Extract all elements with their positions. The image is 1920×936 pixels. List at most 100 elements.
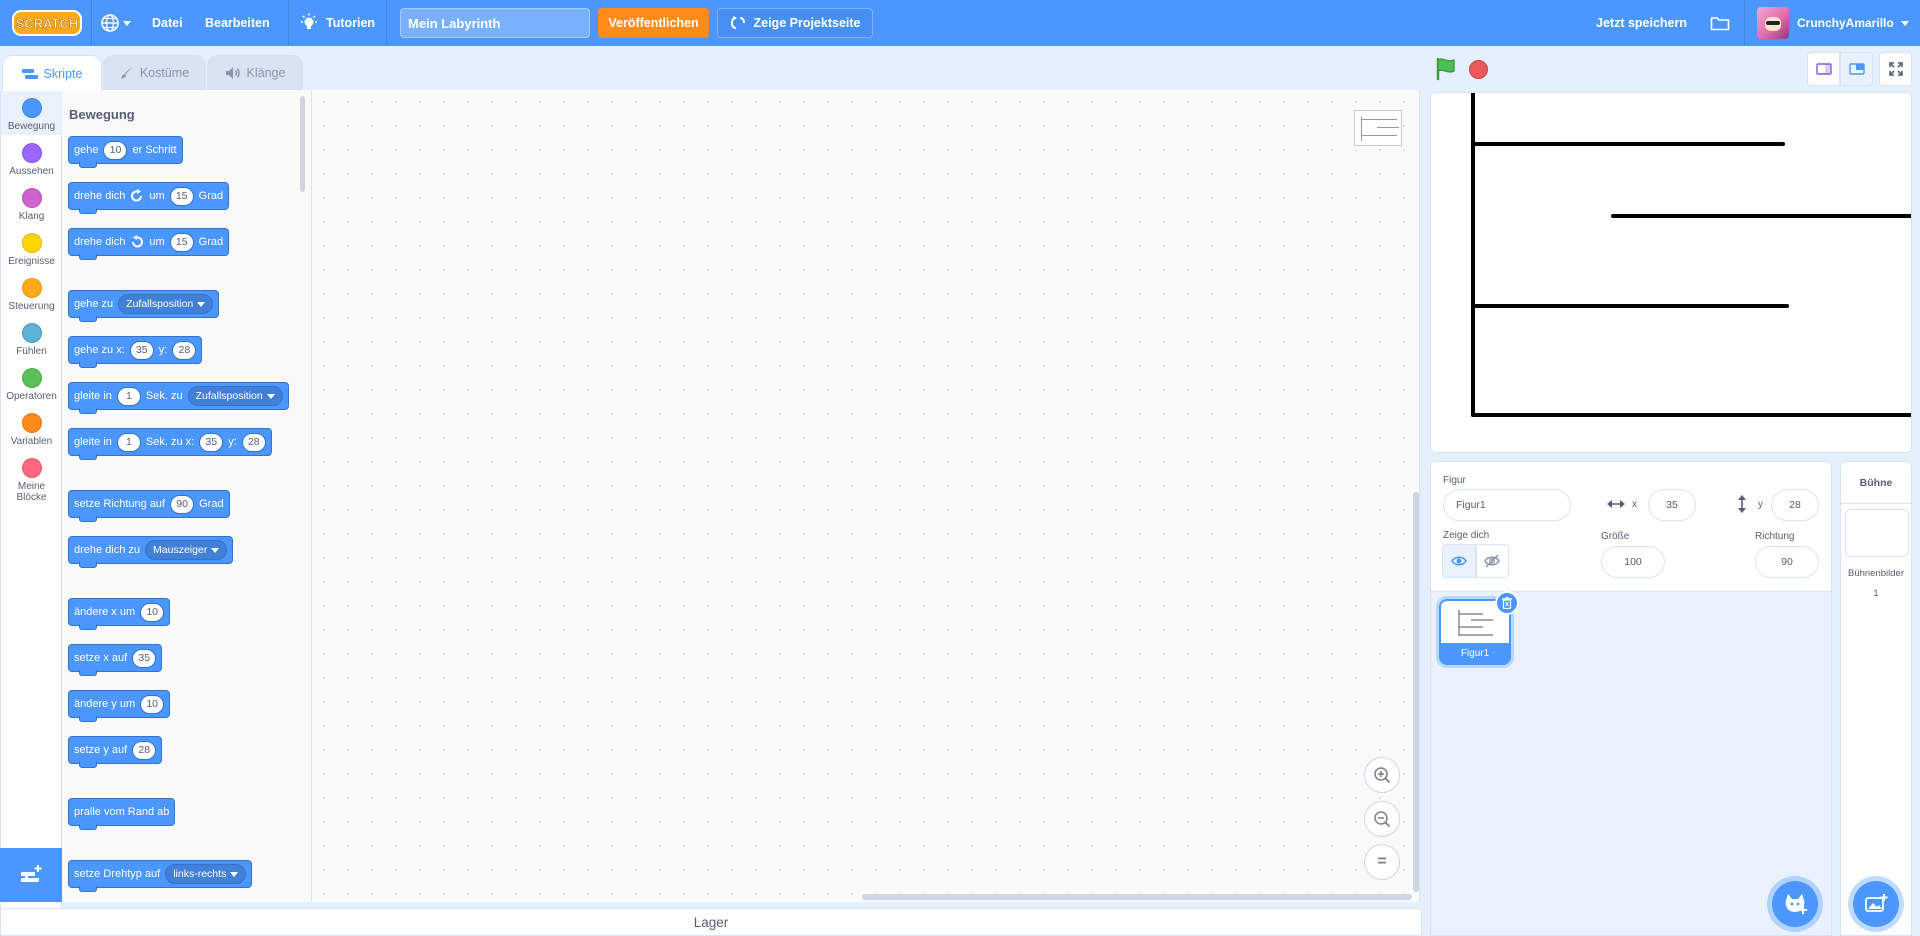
block-dropdown[interactable]: links-rechts xyxy=(165,864,247,884)
save-now-button[interactable]: Jetzt speichern xyxy=(1596,0,1687,46)
zoom-in-button[interactable] xyxy=(1364,757,1400,793)
delete-sprite-button[interactable] xyxy=(1495,591,1519,615)
zoom-out-button[interactable] xyxy=(1364,801,1400,837)
block-set-rotation-style[interactable]: setze Drehtyp auf links-rechts xyxy=(68,860,253,892)
category-dot xyxy=(21,458,42,478)
publish-button[interactable]: Veröffentlichen xyxy=(598,8,709,38)
block-input[interactable]: 15 xyxy=(169,186,194,206)
backpack-header[interactable]: Lager xyxy=(0,908,1422,936)
block-text: setze y auf xyxy=(74,744,128,756)
size-field[interactable]: 100 xyxy=(1601,546,1665,578)
block-glide-to[interactable]: gleite in 1 Sek. zu Zufallsposition xyxy=(68,382,289,414)
block-go-to[interactable]: gehe zu Zufallsposition xyxy=(68,290,220,322)
y-position-field[interactable]: 28 xyxy=(1771,489,1819,521)
direction-field[interactable]: 90 xyxy=(1755,546,1819,578)
username[interactable]: CrunchyAmarillo xyxy=(1797,0,1894,46)
block-text: gehe xyxy=(74,144,99,156)
category-motion[interactable]: Bewegung xyxy=(1,90,62,135)
block-input[interactable]: 1 xyxy=(116,432,141,452)
green-flag-button[interactable] xyxy=(1434,57,1458,84)
hide-sprite-button[interactable] xyxy=(1475,544,1509,578)
x-position-field[interactable]: 35 xyxy=(1648,489,1696,521)
block-input[interactable]: 1 xyxy=(116,386,141,406)
block-input[interactable]: 35 xyxy=(129,340,154,360)
category-looks[interactable]: Aussehen xyxy=(1,143,62,177)
block-input[interactable]: 90 xyxy=(170,494,195,514)
block-input[interactable]: 28 xyxy=(132,740,157,760)
category-sensing[interactable]: Fühlen xyxy=(1,323,62,357)
speaker-icon xyxy=(225,67,240,79)
block-change-x[interactable]: ändere x um 10 xyxy=(68,598,171,630)
workspace-vertical-scrollbar[interactable] xyxy=(1413,492,1419,892)
category-sound[interactable]: Klang xyxy=(1,188,62,222)
stage-thumbnail[interactable] xyxy=(1845,509,1909,557)
user-avatar[interactable] xyxy=(1757,7,1789,39)
block-input[interactable]: 10 xyxy=(140,602,165,622)
large-stage-button[interactable] xyxy=(1840,52,1873,86)
add-sprite-button[interactable] xyxy=(1772,881,1818,927)
block-dropdown[interactable]: Zufallsposition xyxy=(187,386,283,406)
logo-text: SCRATCH xyxy=(16,16,79,31)
tutorials-button[interactable]: Tutorien xyxy=(300,0,375,46)
block-input[interactable]: 35 xyxy=(132,648,157,668)
project-title-input[interactable]: Mein Labyrinth xyxy=(400,8,590,38)
block-text: gleite in xyxy=(74,390,112,402)
category-control[interactable]: Steuerung xyxy=(1,278,62,312)
block-input[interactable]: 15 xyxy=(169,232,194,252)
tab-code[interactable]: Skripte xyxy=(2,55,102,91)
block-turn-right[interactable]: drehe dich um 15 Grad xyxy=(68,182,230,214)
account-menu-caret[interactable] xyxy=(1901,0,1909,46)
zoom-reset-button[interactable]: = xyxy=(1364,844,1400,880)
show-label: Zeige dich xyxy=(1443,530,1490,541)
fullscreen-button[interactable] xyxy=(1879,52,1912,86)
edit-menu[interactable]: Bearbeiten xyxy=(205,0,270,46)
block-input[interactable]: 28 xyxy=(241,432,266,452)
tab-costumes[interactable]: Kostüme xyxy=(103,55,206,90)
workspace-horizontal-scrollbar[interactable] xyxy=(862,894,1412,900)
add-extension-button[interactable] xyxy=(0,848,62,902)
block-set-y[interactable]: setze y auf 28 xyxy=(68,736,163,768)
file-menu[interactable]: Datei xyxy=(152,0,183,46)
scratch-logo[interactable]: SCRATCH xyxy=(12,9,82,37)
see-project-page-button[interactable]: Zeige Projektseite xyxy=(717,8,873,38)
block-input[interactable]: 28 xyxy=(172,340,197,360)
tab-sounds[interactable]: Klänge xyxy=(207,55,303,90)
category-my-blocks[interactable]: Meine Blöcke xyxy=(1,458,62,503)
add-backdrop-button[interactable] xyxy=(1853,881,1899,927)
block-text: Sek. zu xyxy=(145,390,183,402)
block-point-in-direction[interactable]: setze Richtung auf 90 Grad xyxy=(68,490,230,522)
my-stuff-button[interactable] xyxy=(1710,0,1730,46)
palette-scrollbar[interactable] xyxy=(300,96,305,192)
backdrops-label: Bühnenbilder xyxy=(1848,568,1904,579)
category-operators[interactable]: Operatoren xyxy=(1,368,62,402)
block-move-steps[interactable]: gehe 10 er Schritt xyxy=(68,136,183,168)
category-events[interactable]: Ereignisse xyxy=(1,233,62,267)
block-change-y[interactable]: ändere y um 10 xyxy=(68,690,171,722)
backpack-label: Lager xyxy=(693,914,729,930)
block-go-to-xy[interactable]: gehe zu x: 35 y: 28 xyxy=(68,336,203,368)
block-bounce-on-edge[interactable]: pralle vom Rand ab xyxy=(68,798,176,830)
block-glide-to-xy[interactable]: gleite in 1 Sek. zu x: 35 y: 28 xyxy=(68,428,272,460)
block-input[interactable]: 10 xyxy=(140,694,165,714)
block-text: gehe zu xyxy=(74,298,114,310)
sprite-tile[interactable]: Figur1 xyxy=(1439,591,1519,665)
small-stage-button[interactable] xyxy=(1807,52,1840,86)
show-sprite-button[interactable] xyxy=(1442,544,1476,578)
block-input[interactable]: 35 xyxy=(199,432,224,452)
block-set-x[interactable]: setze x auf 35 xyxy=(68,644,163,676)
block-dropdown[interactable]: Zufallsposition xyxy=(118,294,214,314)
language-menu[interactable] xyxy=(100,0,131,46)
sprite-tile-name: Figur1 xyxy=(1441,643,1509,663)
menu-divider xyxy=(1744,0,1745,46)
block-dropdown[interactable]: Mauszeiger xyxy=(145,540,228,560)
sprite-name-field[interactable]: Figur1 xyxy=(1443,489,1571,521)
category-variables[interactable]: Variablen xyxy=(1,413,62,447)
stage-selector[interactable]: Bühne Bühnenbilder 1 xyxy=(1840,461,1912,936)
stage-canvas[interactable] xyxy=(1430,92,1912,453)
script-area[interactable] xyxy=(312,90,1420,902)
stop-button[interactable] xyxy=(1469,60,1488,79)
block-turn-left[interactable]: drehe dich um 15 Grad xyxy=(68,228,230,260)
fullscreen-icon xyxy=(1888,62,1903,76)
block-input[interactable]: 10 xyxy=(103,140,128,160)
block-point-towards[interactable]: drehe dich zu Mauszeiger xyxy=(68,536,234,568)
